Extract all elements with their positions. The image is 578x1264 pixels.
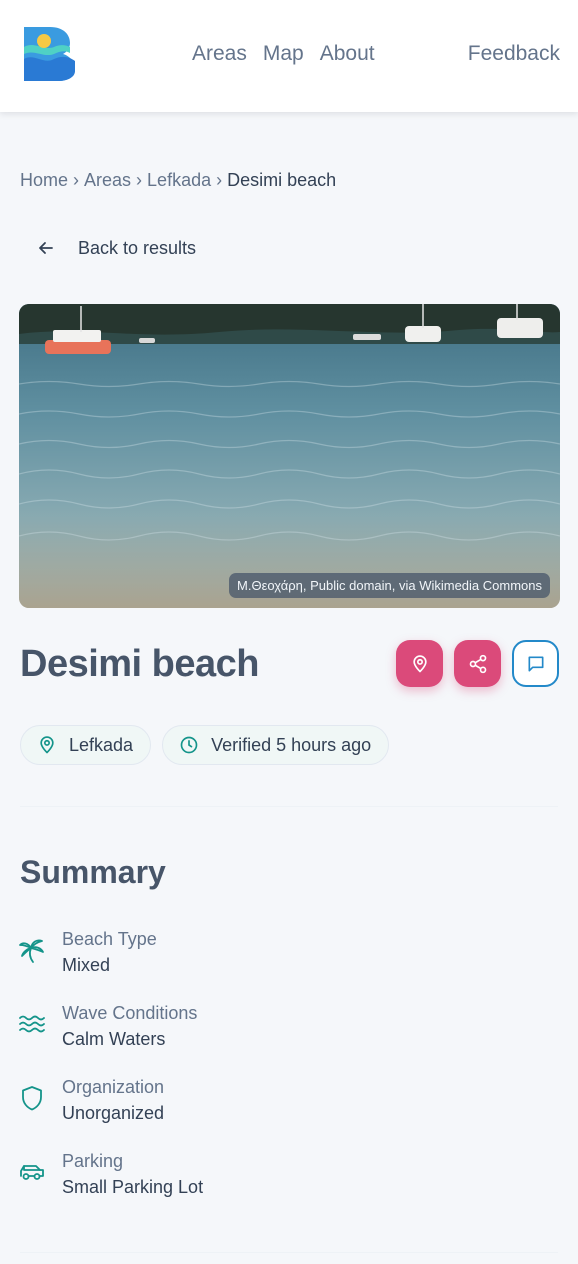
- verified-chip: Verified 5 hours ago: [162, 725, 390, 765]
- feature-organization: Organization Unorganized: [18, 1074, 164, 1126]
- share-button[interactable]: [454, 640, 501, 687]
- feature-parking: Parking Small Parking Lot: [18, 1148, 203, 1200]
- palm-tree-icon: [19, 939, 44, 963]
- clock-icon: [180, 736, 198, 754]
- breadcrumb: Home › Areas › Lefkada › Desimi beach: [20, 166, 336, 194]
- breadcrumb-lefkada[interactable]: Lefkada: [147, 170, 211, 190]
- area-chip-label: Lefkada: [69, 734, 134, 755]
- feature-label: Parking: [62, 1151, 124, 1171]
- feedback-link[interactable]: Feedback: [468, 38, 560, 70]
- info-chips: Lefkada Verified 5 hours ago: [20, 725, 390, 765]
- share-icon: [469, 654, 486, 673]
- breadcrumb-current: Desimi beach: [227, 170, 337, 190]
- area-chip[interactable]: Lefkada: [20, 725, 152, 765]
- site-header: Areas Map About Feedback: [0, 0, 578, 112]
- feature-wave-conditions: Wave Conditions Calm Waters: [18, 1000, 197, 1052]
- feature-value: Small Parking Lot: [62, 1177, 204, 1197]
- nav-link-about[interactable]: About: [320, 38, 375, 70]
- section-divider: [20, 806, 558, 807]
- breadcrumb-separator: ›: [216, 170, 223, 190]
- summary-heading: Summary: [20, 854, 166, 890]
- section-divider: [20, 1252, 558, 1253]
- feedback-message-button[interactable]: [512, 640, 559, 687]
- message-icon: [528, 656, 543, 671]
- verified-chip-label: Verified 5 hours ago: [211, 734, 372, 755]
- car-icon: [20, 1165, 44, 1180]
- breadcrumb-home[interactable]: Home: [20, 170, 68, 190]
- page-title: Desimi beach: [20, 643, 260, 685]
- shield-icon: [22, 1086, 42, 1111]
- photo-credit[interactable]: Μ.Θεοχάρη, Public domain, via Wikimedia …: [229, 573, 550, 598]
- brand-logo[interactable]: [20, 23, 76, 83]
- feature-value: Calm Waters: [62, 1029, 166, 1049]
- feature-beach-type: Beach Type Mixed: [18, 926, 157, 978]
- nav-link-map[interactable]: Map: [263, 38, 304, 70]
- feature-label: Organization: [62, 1077, 165, 1097]
- breadcrumb-separator: ›: [73, 170, 80, 190]
- beach-photo[interactable]: Μ.Θεοχάρη, Public domain, via Wikimedia …: [19, 304, 560, 608]
- main-nav: Areas Map About: [192, 38, 375, 70]
- show-on-map-button[interactable]: [396, 640, 443, 687]
- beach-photo-image: [19, 304, 560, 608]
- back-label: Back to results: [78, 238, 197, 258]
- feature-value: Mixed: [62, 955, 111, 975]
- feature-value: Unorganized: [62, 1103, 165, 1123]
- map-pin-icon: [412, 654, 427, 672]
- nav-link-areas[interactable]: Areas: [192, 38, 247, 70]
- feature-label: Beach Type: [62, 929, 157, 949]
- action-buttons: [396, 640, 559, 687]
- arrow-left-icon: [39, 242, 53, 254]
- breadcrumb-separator: ›: [136, 170, 143, 190]
- back-to-results-button[interactable]: Back to results: [36, 234, 196, 262]
- feature-label: Wave Conditions: [62, 1003, 198, 1023]
- breadcrumb-areas[interactable]: Areas: [84, 170, 131, 190]
- waves-icon: [19, 1015, 45, 1033]
- map-pin-icon: [40, 736, 54, 754]
